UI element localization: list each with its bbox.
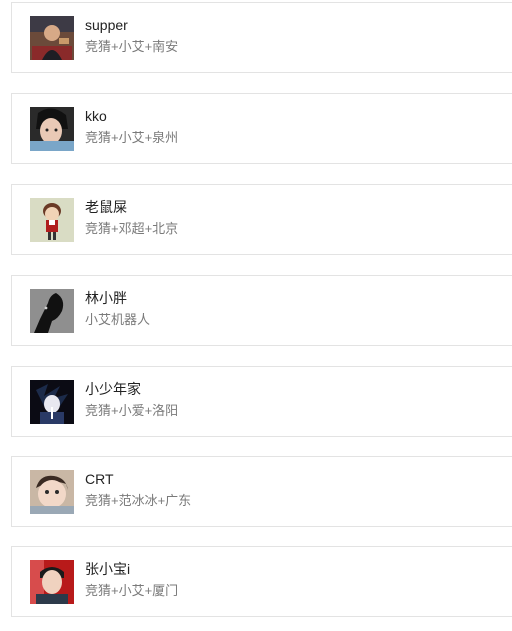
avatar-photo-child-icon[interactable] — [30, 470, 74, 514]
user-name[interactable]: 张小宝i — [85, 560, 130, 578]
avatar-photo-person-icon[interactable] — [30, 560, 74, 604]
user-card[interactable]: kko 竞猜+小艾+泉州 — [11, 93, 512, 164]
user-tags: 小艾机器人 — [85, 312, 151, 327]
user-tags: 竞猜+范冰冰+广东 — [85, 493, 192, 508]
user-name[interactable]: 林小胖 — [85, 289, 127, 307]
avatar-photo-person-icon[interactable] — [30, 16, 74, 60]
avatar-photo-person-icon[interactable] — [30, 107, 74, 151]
user-name[interactable]: kko — [85, 107, 107, 125]
avatar-cartoon-icon[interactable] — [30, 198, 74, 242]
user-tags: 竞猜+小爱+洛阳 — [85, 403, 179, 418]
user-card[interactable]: 林小胖 小艾机器人 — [11, 275, 512, 346]
user-card[interactable]: 张小宝i 竞猜+小艾+厦门 — [11, 546, 512, 617]
user-name[interactable]: supper — [85, 16, 128, 34]
user-tags: 竞猜+小艾+南安 — [85, 39, 179, 54]
user-name[interactable]: 小少年家 — [85, 380, 141, 398]
avatar-silhouette-icon[interactable] — [30, 289, 74, 333]
user-tags: 竞猜+邓超+北京 — [85, 221, 179, 236]
user-name[interactable]: 老鼠屎 — [85, 198, 127, 216]
user-tags: 竞猜+小艾+厦门 — [85, 583, 179, 598]
user-name[interactable]: CRT — [85, 470, 114, 488]
user-card[interactable]: CRT 竞猜+范冰冰+广东 — [11, 456, 512, 527]
user-card[interactable]: 老鼠屎 竞猜+邓超+北京 — [11, 184, 512, 255]
avatar-anime-icon[interactable] — [30, 380, 74, 424]
user-list: supper 竞猜+小艾+南安 kko 竞猜+小艾+泉州 老鼠屎 竞猜+邓超+北… — [0, 0, 512, 631]
user-tags: 竞猜+小艾+泉州 — [85, 130, 179, 145]
user-card[interactable]: 小少年家 竞猜+小爱+洛阳 — [11, 366, 512, 437]
user-card[interactable]: supper 竞猜+小艾+南安 — [11, 2, 512, 73]
